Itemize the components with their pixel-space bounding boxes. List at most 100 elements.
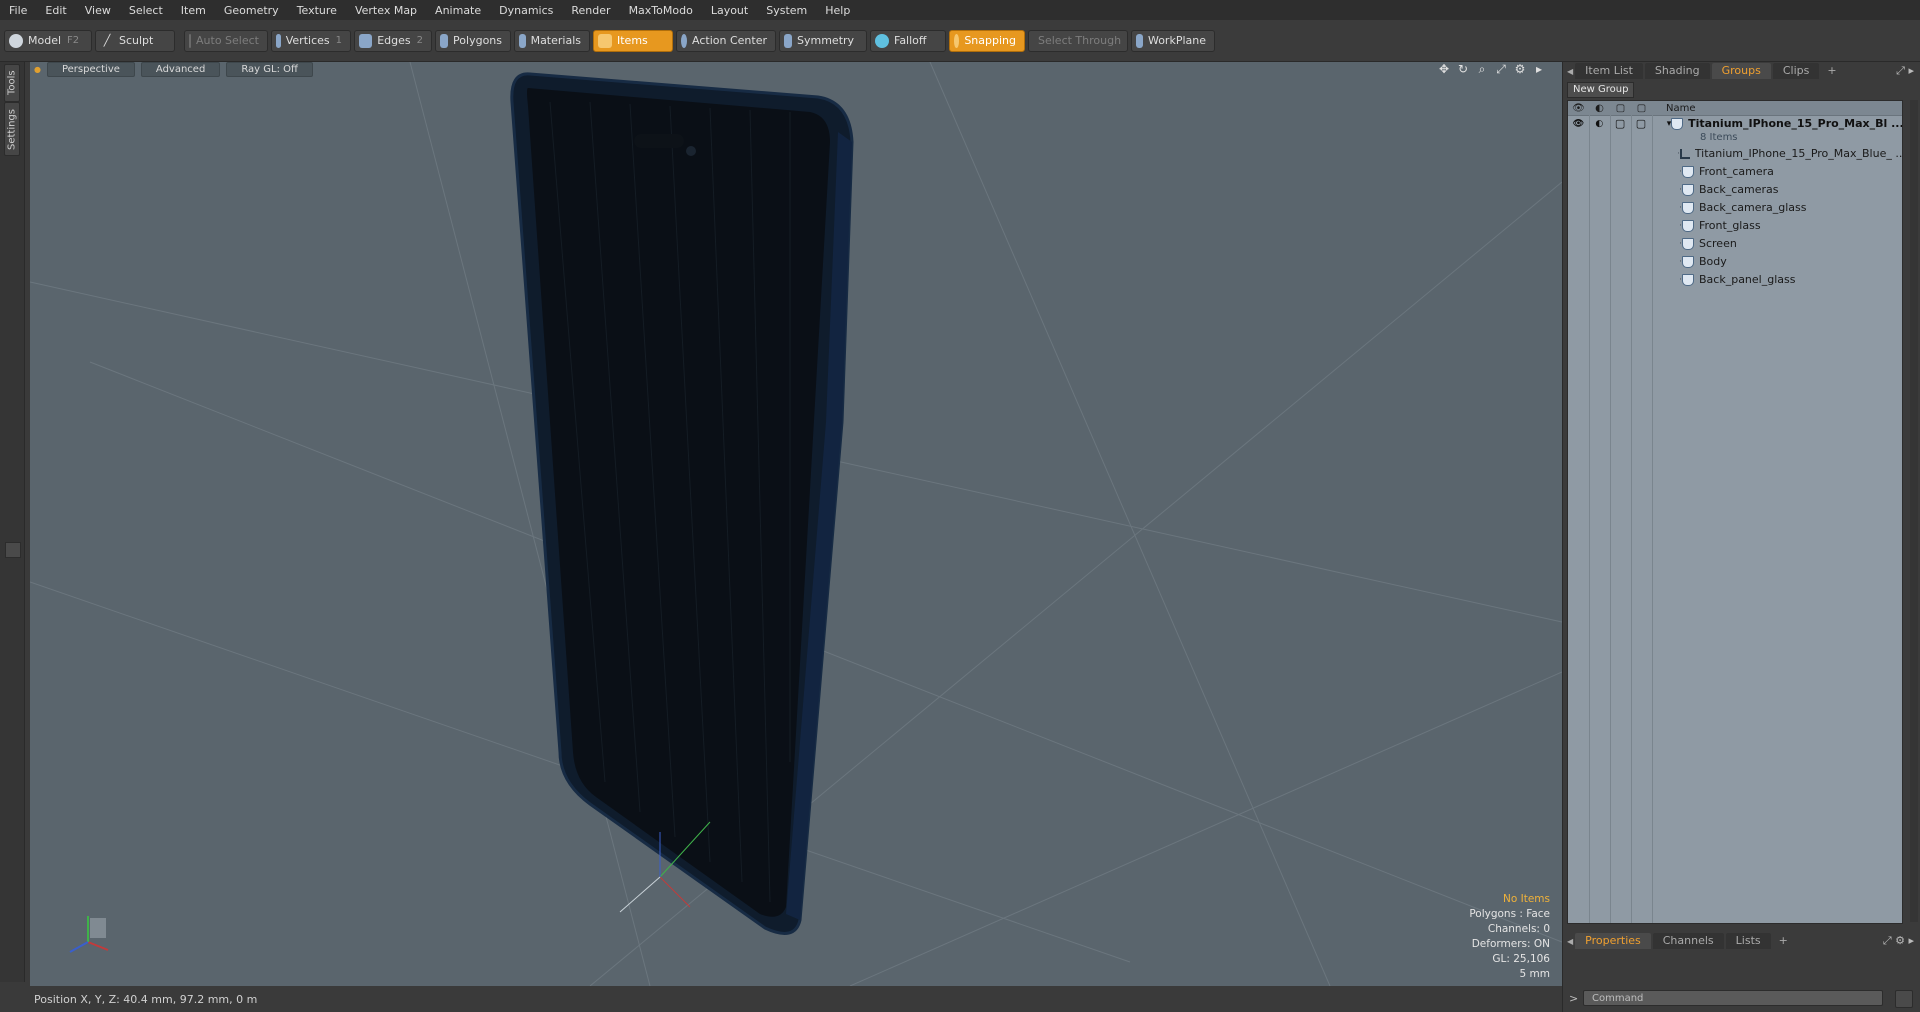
- 3d-viewport[interactable]: ● Perspective Advanced Ray GL: Off ✥ ↻ ⌕…: [30, 62, 1562, 986]
- tab-groups[interactable]: Groups: [1711, 63, 1771, 79]
- mesh-icon: [1682, 201, 1694, 214]
- maximize-icon[interactable]: ⤢: [1494, 62, 1508, 76]
- sculpt-mode-button[interactable]: ╱ Sculpt: [95, 29, 175, 52]
- vertices-button[interactable]: Vertices 1: [271, 29, 351, 52]
- axis-gizmo-icon: [69, 916, 109, 953]
- mesh-icon: [1682, 237, 1694, 250]
- symmetry-button[interactable]: Symmetry: [779, 29, 867, 52]
- polygons-info: Polygons : Face: [1469, 908, 1550, 920]
- list-item[interactable]: · Titanium_IPhone_15_Pro_Max_Blue_ ...: [1568, 145, 1902, 162]
- menu-texture[interactable]: Texture: [288, 4, 346, 17]
- workplane-button[interactable]: WorkPlane: [1131, 29, 1215, 52]
- render-icon[interactable]: ◐: [1589, 103, 1610, 114]
- add-properties-tab-button[interactable]: +: [1773, 933, 1794, 949]
- menu-select[interactable]: Select: [120, 4, 172, 17]
- rotate-icon[interactable]: ↻: [1456, 62, 1470, 76]
- expand-icon[interactable]: ⤢ ▸: [1896, 64, 1914, 78]
- menu-geometry[interactable]: Geometry: [215, 4, 288, 17]
- list-item[interactable]: · Front_camera: [1568, 163, 1902, 180]
- items-button[interactable]: Items: [593, 29, 673, 52]
- tab-clips[interactable]: Clips: [1772, 63, 1820, 79]
- materials-button[interactable]: Materials: [514, 29, 590, 52]
- sphere-icon: [9, 33, 23, 48]
- menu-edit[interactable]: Edit: [36, 4, 75, 17]
- list-item[interactable]: · Screen: [1568, 235, 1902, 252]
- tab-lists[interactable]: Lists: [1725, 933, 1771, 949]
- falloff-button[interactable]: Falloff: [870, 29, 946, 52]
- snapping-button[interactable]: Snapping: [949, 29, 1025, 52]
- model-mode-button[interactable]: Model F2: [4, 29, 92, 52]
- action-center-button[interactable]: Action Center: [676, 29, 776, 52]
- panel-tabs: ◀ Item List Shading Groups Clips + ⤢ ▸: [1563, 62, 1920, 80]
- left-tool-strip: Tools Settings: [0, 62, 25, 982]
- tab-item-list[interactable]: Item List: [1575, 63, 1643, 79]
- menu-system[interactable]: System: [757, 4, 816, 17]
- panel-menu-icon[interactable]: ◀: [1567, 67, 1573, 76]
- menu-bar: File Edit View Select Item Geometry Text…: [0, 0, 1920, 20]
- tab-shading[interactable]: Shading: [1644, 63, 1710, 79]
- properties-settings-icon[interactable]: ⤢ ⚙ ▸: [1883, 934, 1914, 948]
- phone-model: [510, 72, 854, 935]
- deformers-info: Deformers: ON: [1471, 938, 1550, 950]
- shading-advanced-button[interactable]: Advanced: [140, 62, 221, 77]
- render-toggle-icon[interactable]: ◐: [1589, 119, 1610, 129]
- settings-tab[interactable]: Settings: [4, 102, 20, 156]
- menu-layout[interactable]: Layout: [702, 4, 757, 17]
- status-bar: Position X, Y, Z: 40.4 mm, 97.2 mm, 0 m: [24, 986, 1562, 1012]
- name-column-header: Name: [1666, 102, 1696, 114]
- chevron-right-icon[interactable]: ▸: [1532, 62, 1546, 76]
- locator-icon: [1679, 148, 1690, 159]
- menu-animate[interactable]: Animate: [426, 4, 490, 17]
- list-item[interactable]: · Body: [1568, 253, 1902, 270]
- command-input[interactable]: Command: [1583, 990, 1883, 1006]
- vertices-icon: [276, 33, 281, 48]
- scale-info: 5 mm: [1519, 968, 1550, 980]
- gl-info: GL: 25,106: [1492, 953, 1550, 965]
- materials-icon: [519, 33, 526, 48]
- add-tab-button[interactable]: +: [1821, 63, 1842, 79]
- polygons-button[interactable]: Polygons: [435, 29, 511, 52]
- pan-icon[interactable]: ✥: [1437, 62, 1451, 76]
- position-readout: Position X, Y, Z: 40.4 mm, 97.2 mm, 0 m: [34, 992, 258, 1006]
- menu-help[interactable]: Help: [816, 4, 859, 17]
- menu-vertex-map[interactable]: Vertex Map: [346, 4, 426, 17]
- select-through-button[interactable]: Select Through: [1028, 29, 1128, 52]
- symmetry-icon: [784, 33, 792, 48]
- viewport-info-overlay: No Items Polygons : Face Channels: 0 Def…: [1469, 892, 1550, 982]
- command-history-button[interactable]: [1895, 990, 1913, 1008]
- menu-file[interactable]: File: [0, 4, 36, 17]
- raygl-toggle-button[interactable]: Ray GL: Off: [226, 62, 313, 77]
- menu-render[interactable]: Render: [562, 4, 619, 17]
- tab-properties[interactable]: Properties: [1575, 933, 1651, 949]
- collapse-handle[interactable]: [5, 542, 21, 558]
- view-perspective-button[interactable]: Perspective: [46, 62, 135, 77]
- eye-icon[interactable]: 👁: [1568, 119, 1589, 129]
- menu-maxtomodo[interactable]: MaxToModo: [620, 4, 702, 17]
- viewport-menu-icon[interactable]: ●: [34, 65, 41, 74]
- mesh-icon: [1682, 255, 1694, 268]
- list-item[interactable]: · Back_panel_glass: [1568, 271, 1902, 288]
- workplane-icon: [1136, 33, 1143, 48]
- menu-view[interactable]: View: [76, 4, 120, 17]
- select-icon[interactable]: ▢: [1631, 103, 1652, 114]
- list-item[interactable]: · Back_camera_glass: [1568, 199, 1902, 216]
- lock-icon[interactable]: ▢: [1610, 103, 1631, 114]
- tab-channels[interactable]: Channels: [1652, 933, 1724, 949]
- tools-tab[interactable]: Tools: [4, 64, 20, 102]
- gear-icon[interactable]: ⚙: [1513, 62, 1527, 76]
- new-group-button[interactable]: New Group: [1567, 82, 1635, 98]
- list-item[interactable]: · Front_glass: [1568, 217, 1902, 234]
- auto-select-button[interactable]: Auto Select: [184, 29, 268, 52]
- properties-menu-icon[interactable]: ◀: [1567, 937, 1573, 946]
- collapse-arrow-icon[interactable]: ▾: [1651, 119, 1672, 129]
- zoom-icon[interactable]: ⌕: [1475, 62, 1489, 76]
- list-item[interactable]: · Back_cameras: [1568, 181, 1902, 198]
- menu-item[interactable]: Item: [172, 4, 215, 17]
- mesh-icon: [1682, 183, 1694, 196]
- edges-button[interactable]: Edges 2: [354, 29, 432, 52]
- visibility-eye-icon[interactable]: 👁: [1568, 103, 1589, 114]
- viewport-nav-icons: ✥ ↻ ⌕ ⤢ ⚙ ▸: [1432, 62, 1546, 76]
- mesh-icon: [1682, 219, 1694, 232]
- tree-scrollbar[interactable]: [1910, 100, 1918, 922]
- menu-dynamics[interactable]: Dynamics: [490, 4, 562, 17]
